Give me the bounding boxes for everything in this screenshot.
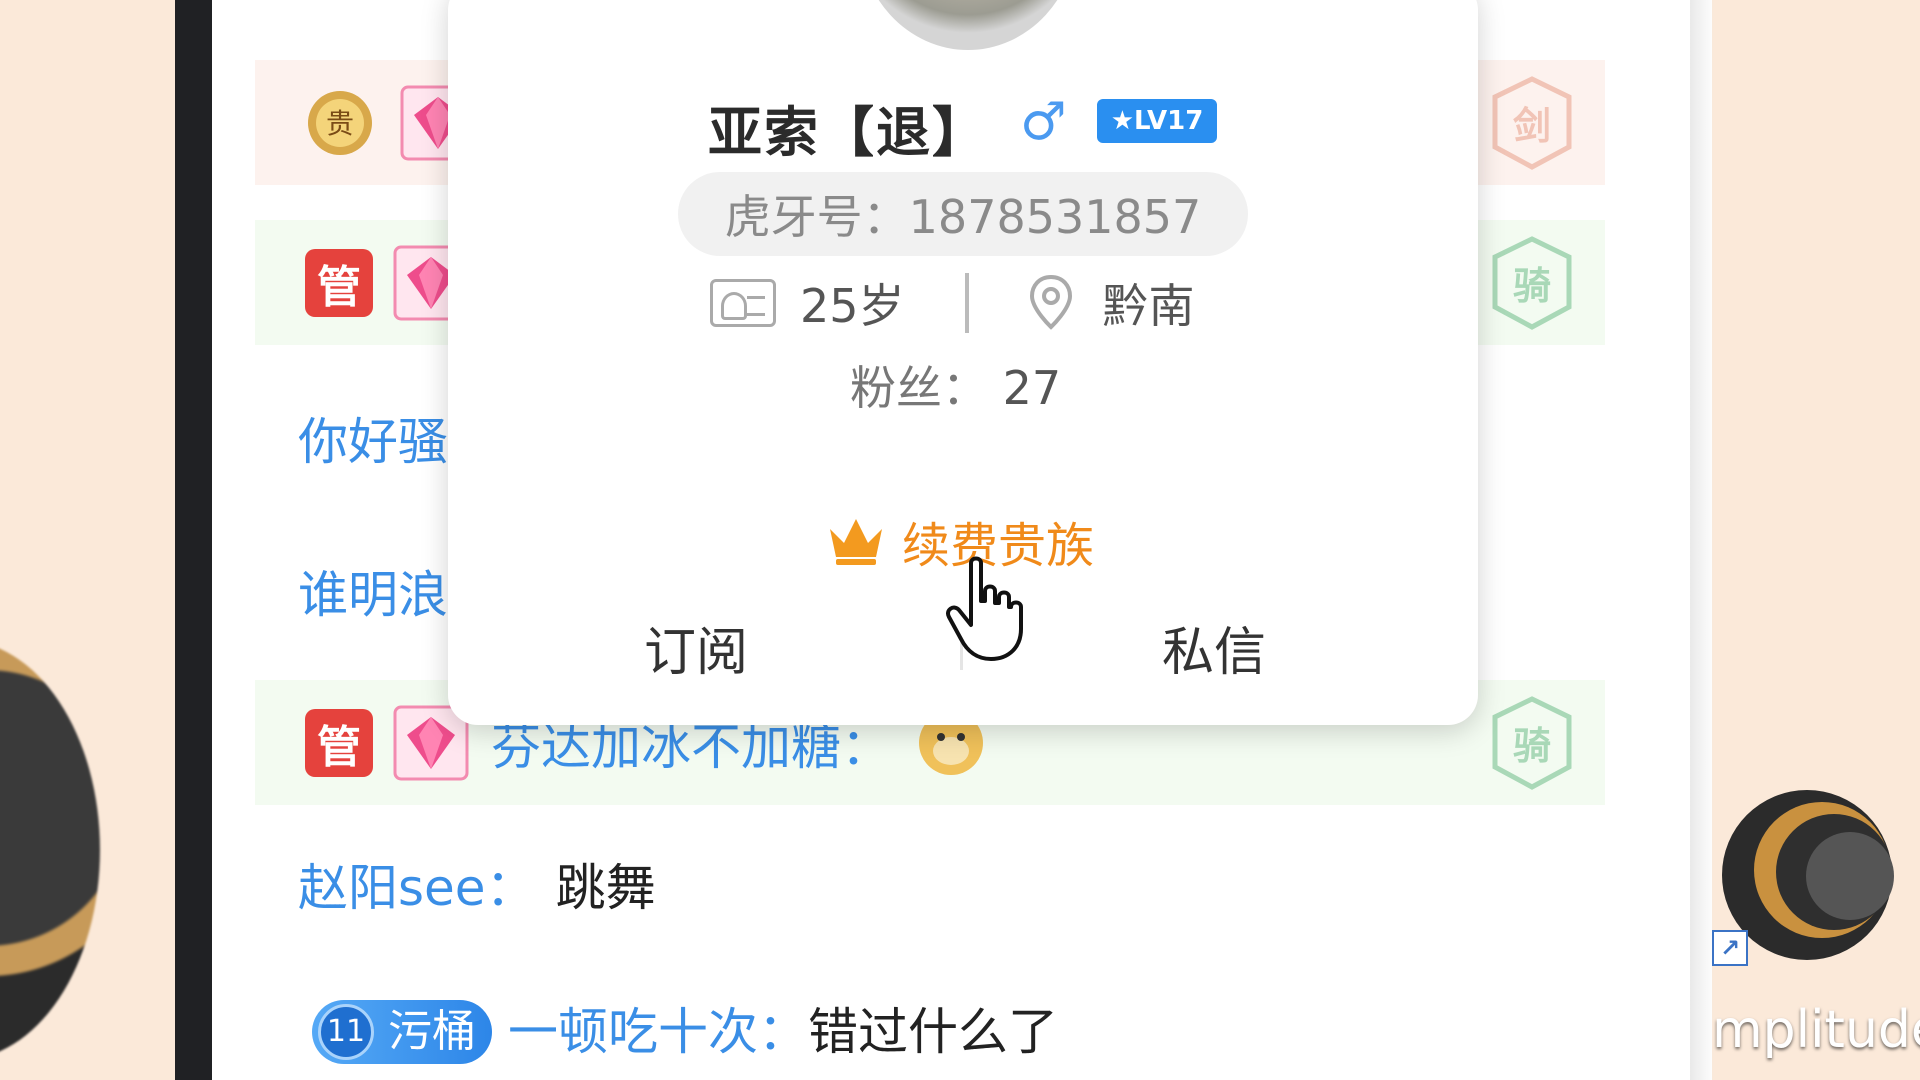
- fans-count: 27: [1002, 361, 1062, 415]
- chat-username[interactable]: 谁明浪: [298, 565, 448, 625]
- user-info-row: 25岁 黔南: [710, 270, 1230, 336]
- chat-line-6: 赵阳see： 跳舞: [298, 858, 656, 918]
- user-age: 25岁: [800, 279, 905, 333]
- chat-message: 错过什么了: [808, 1003, 1058, 1061]
- desktop-icon-label[interactable]: mplitude: [1712, 1000, 1920, 1060]
- shield-badge-rider: 骑: [1489, 235, 1575, 331]
- background-blob: [0, 640, 100, 1060]
- chat-message: 跳舞: [555, 859, 656, 917]
- crown-icon: [830, 519, 882, 565]
- info-divider: [964, 273, 969, 333]
- svg-text:贵: 贵: [326, 107, 354, 140]
- fans-label: 粉丝：: [850, 361, 988, 415]
- huya-id: 虎牙号：1878531857: [678, 172, 1248, 256]
- hand-cursor-icon: [946, 556, 1023, 661]
- admin-badge: 管: [305, 708, 373, 777]
- chat-username[interactable]: 一顿吃十次：: [508, 1002, 808, 1062]
- id-card-icon: [710, 279, 776, 327]
- chat-line-4: 谁明浪: [298, 565, 448, 625]
- location-pin-icon: [1029, 274, 1073, 331]
- shield-badge-top: 剑: [1489, 75, 1575, 171]
- fan-level: 11: [318, 1004, 374, 1060]
- chat-username[interactable]: 赵阳see：: [298, 858, 536, 918]
- shortcut-arrow-icon: ↗: [1712, 930, 1748, 966]
- chat-line-7: 11 污桶 一顿吃十次： 错过什么了: [312, 1000, 1058, 1064]
- subscribe-button[interactable]: 订阅: [644, 610, 748, 685]
- user-level-badge: ★LV17: [1097, 99, 1217, 143]
- user-location: 黔南: [1102, 279, 1195, 333]
- shield-badge-rider: 骑: [1489, 695, 1575, 791]
- fans-count-row: 粉丝： 27: [850, 352, 1061, 418]
- private-message-button[interactable]: 私信: [1162, 610, 1266, 685]
- admin-badge: 管: [305, 248, 373, 317]
- screen: 贵 剑 管 骑 你好骚 谁明浪 管 芬达加冰不加糖： 骑 赵阳see： 跳舞 1…: [0, 0, 1920, 1080]
- expand-arrow-icon[interactable]: [222, 50, 240, 86]
- fan-badge: 11 污桶: [312, 1000, 492, 1064]
- chat-username[interactable]: 你好骚: [298, 412, 448, 472]
- medal-icon: 贵: [300, 83, 380, 163]
- fan-name: 污桶: [388, 1006, 476, 1057]
- frame-strip: [175, 0, 215, 1080]
- user-name: 亚索【退】: [708, 101, 988, 164]
- male-gender-icon: ♂: [1020, 92, 1067, 152]
- chat-line-3: 你好骚: [298, 412, 448, 472]
